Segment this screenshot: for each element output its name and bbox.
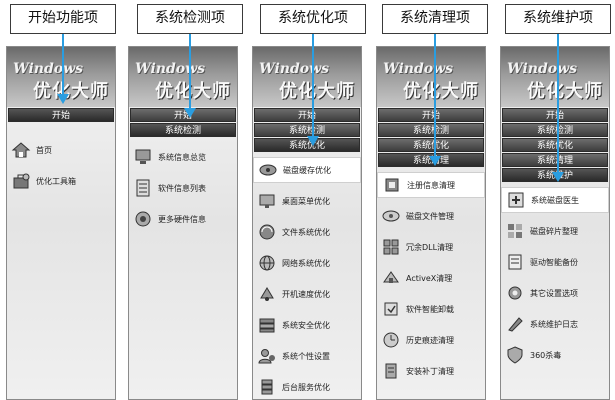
history-icon <box>381 330 401 350</box>
menu-item-patch-clean[interactable]: 安装补丁清理 <box>381 358 481 384</box>
app-wordmark: Windows <box>259 61 330 77</box>
backup-icon <box>505 252 525 272</box>
antivirus-icon <box>505 345 525 365</box>
menu-item-file-system[interactable]: 文件系统优化 <box>257 219 357 245</box>
arrow-head-optimize <box>307 136 319 146</box>
desktop-icon <box>257 191 277 211</box>
tab-check[interactable]: 系统检测 <box>254 123 360 137</box>
arrow-head-clean <box>429 156 441 166</box>
tab-start[interactable]: 开始 <box>130 108 236 122</box>
tab-optimize[interactable]: 系统优化 <box>502 138 608 152</box>
app-title: 优化大师 <box>33 81 109 102</box>
callout-clean: 系统清理项 <box>382 4 488 34</box>
arrow-maintain <box>557 34 559 174</box>
callout-optimize: 系统优化项 <box>260 4 366 34</box>
menu-item-uninstall[interactable]: 软件智能卸载 <box>381 296 481 322</box>
menu-item-registry-clean[interactable]: 注册信息清理 <box>377 172 485 198</box>
menu-item-antivirus[interactable]: 360杀毒 <box>505 342 605 368</box>
menu-item-system-info[interactable]: 系统信息总览 <box>133 144 233 170</box>
network-icon <box>257 253 277 273</box>
arrow-head-maintain <box>552 172 564 182</box>
tab-check[interactable]: 系统检测 <box>378 123 484 137</box>
menu-item-dll-clean[interactable]: 冗余DLL清理 <box>381 234 481 260</box>
arrow-check <box>189 34 191 110</box>
arrow-clean <box>434 34 436 158</box>
patch-icon <box>381 361 401 381</box>
arrow-head-check <box>184 108 196 118</box>
arrow-optimize <box>312 34 314 138</box>
toolbox-icon <box>11 171 31 191</box>
tab-start[interactable]: 开始 <box>378 108 484 122</box>
menu-item-other-settings[interactable]: 其它设置选项 <box>505 280 605 306</box>
tab-start[interactable]: 开始 <box>254 108 360 122</box>
activex-icon <box>381 268 401 288</box>
hardware-icon <box>133 209 153 229</box>
monitor-icon <box>133 147 153 167</box>
app-title: 优化大师 <box>527 81 603 102</box>
menu-item-desktop-menu[interactable]: 桌面菜单优化 <box>257 188 357 214</box>
defrag-icon <box>505 221 525 241</box>
server-icon <box>257 377 277 397</box>
app-title: 优化大师 <box>279 81 355 102</box>
disk-clean-icon <box>381 206 401 226</box>
tab-clean[interactable]: 系统清理 <box>502 153 608 167</box>
tab-start[interactable]: 开始 <box>502 108 608 122</box>
app-wordmark: Windows <box>507 61 578 77</box>
menu-item-hardware-info[interactable]: 更多硬件信息 <box>133 206 233 232</box>
app-wordmark: Windows <box>13 61 84 77</box>
menu-item-driver-backup[interactable]: 驱动智能备份 <box>505 249 605 275</box>
menu-item-defrag[interactable]: 磁盘碎片整理 <box>505 218 605 244</box>
doctor-icon <box>506 190 526 210</box>
menu-item-home[interactable]: 首页 <box>11 137 111 163</box>
arrow-start <box>62 34 64 96</box>
panel-optimize: Windows 优化大师 开始 系统检测 系统优化 磁盘缓存优化 桌面菜单优化 … <box>252 46 362 400</box>
security-icon <box>257 315 277 335</box>
disk-icon <box>258 160 278 180</box>
settings-icon <box>505 283 525 303</box>
panel-maintain: Windows 优化大师 开始 系统检测 系统优化 系统清理 系统维护 系统磁盘… <box>500 46 610 400</box>
tab-start[interactable]: 开始 <box>8 108 114 122</box>
home-icon <box>11 140 31 160</box>
panel-header: Windows 优化大师 <box>501 47 609 107</box>
panel-header: Windows 优化大师 <box>377 47 485 107</box>
menu-item-network[interactable]: 网络系统优化 <box>257 250 357 276</box>
tab-check[interactable]: 系统检测 <box>130 123 236 137</box>
callout-start: 开始功能项 <box>10 4 116 34</box>
panel-check: Windows 优化大师 开始 系统检测 系统信息总览 软件信息列表 更多硬件信… <box>128 46 238 400</box>
menu-item-personalize[interactable]: 系统个性设置 <box>257 343 357 369</box>
menu-item-services[interactable]: 后台服务优化 <box>257 374 357 399</box>
app-title: 优化大师 <box>403 81 479 102</box>
uninstall-icon <box>381 299 401 319</box>
panel-header: Windows 优化大师 <box>253 47 361 107</box>
file-icon <box>257 222 277 242</box>
menu-item-activex-clean[interactable]: ActiveX清理 <box>381 265 481 291</box>
callout-maintain: 系统维护项 <box>505 4 611 34</box>
tab-optimize[interactable]: 系统优化 <box>378 138 484 152</box>
menu-item-disk-doctor[interactable]: 系统磁盘医生 <box>501 187 609 213</box>
app-wordmark: Windows <box>135 61 206 77</box>
user-icon <box>257 346 277 366</box>
menu-item-security[interactable]: 系统安全优化 <box>257 312 357 338</box>
menu-item-boot-speed[interactable]: 开机速度优化 <box>257 281 357 307</box>
callout-check: 系统检测项 <box>137 4 243 34</box>
panel-clean: Windows 优化大师 开始 系统检测 系统优化 系统清理 注册信息清理 磁盘… <box>376 46 486 400</box>
app-wordmark: Windows <box>383 61 454 77</box>
menu-item-history-clean[interactable]: 历史痕迹清理 <box>381 327 481 353</box>
app-title: 优化大师 <box>155 81 231 102</box>
menu-item-disk-files[interactable]: 磁盘文件管理 <box>381 203 481 229</box>
dll-icon <box>381 237 401 257</box>
registry-icon <box>382 175 402 195</box>
panel-header: Windows 优化大师 <box>129 47 237 107</box>
menu-item-software-list[interactable]: 软件信息列表 <box>133 175 233 201</box>
list-icon <box>133 178 153 198</box>
tab-check[interactable]: 系统检测 <box>502 123 608 137</box>
boot-icon <box>257 284 277 304</box>
menu-item-maintain-log[interactable]: 系统维护日志 <box>505 311 605 337</box>
menu-item-disk-cache[interactable]: 磁盘缓存优化 <box>253 157 361 183</box>
log-icon <box>505 314 525 334</box>
arrow-head-start <box>57 94 69 104</box>
menu-item-toolbox[interactable]: 优化工具箱 <box>11 168 111 194</box>
